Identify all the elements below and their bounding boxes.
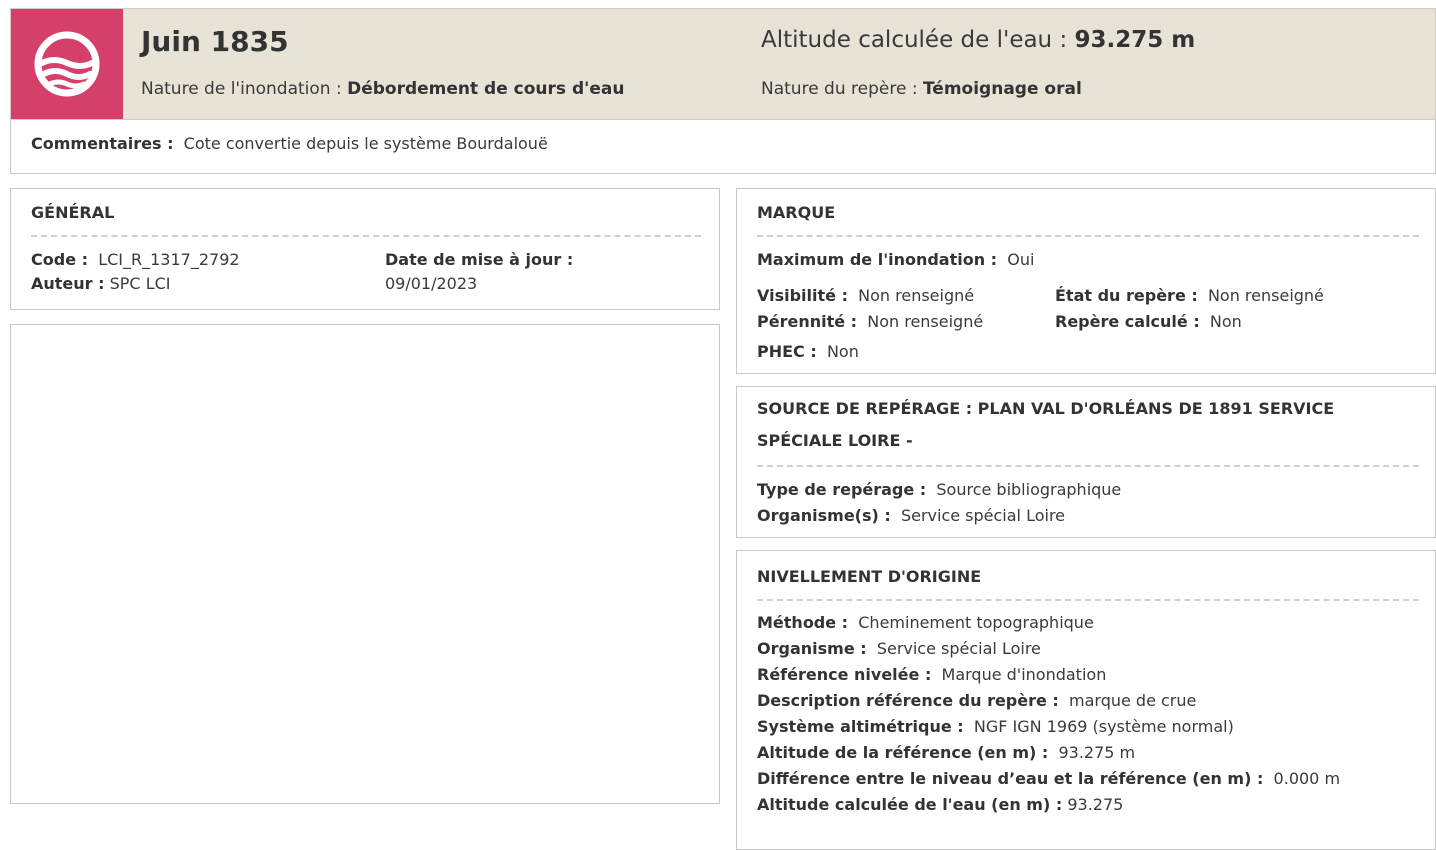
organisme-value: Service spécial Loire	[900, 506, 1066, 525]
type-value: Source bibliographique	[936, 480, 1122, 499]
general-title: GÉNÉRAL	[31, 203, 115, 222]
row-value: Service spécial Loire	[876, 639, 1041, 658]
phec-value: Non	[826, 342, 859, 361]
nivellement-row: Organisme : Service spécial Loire	[757, 638, 1041, 660]
nivellement-title: NIVELLEMENT D'ORIGINE	[757, 567, 982, 586]
logo	[11, 9, 123, 119]
water-waves-icon	[34, 31, 100, 97]
source-organisme: Organisme(s) : Service spécial Loire	[757, 505, 1065, 527]
water-altitude-value: 93.275 m	[1074, 27, 1196, 53]
divider	[757, 599, 1419, 601]
phec-label: PHEC :	[757, 342, 817, 361]
nivellement-row: Altitude calculée de l'eau (en m) : 93.2…	[757, 794, 1123, 816]
marque-calcule: Repère calculé : Non	[1055, 311, 1242, 333]
calcule-value: Non	[1209, 312, 1242, 331]
organisme-label: Organisme(s) :	[757, 506, 891, 525]
source-panel: SOURCE DE REPÉRAGE : PLAN VAL D'ORLÉANS …	[736, 386, 1436, 538]
marque-perennite: Pérennité : Non renseigné	[757, 311, 983, 333]
row-label: Différence entre le niveau d’eau et la r…	[757, 769, 1264, 788]
row-label: Description référence du repère :	[757, 691, 1059, 710]
flood-nature-value: Débordement de cours d'eau	[347, 79, 625, 99]
divider	[31, 235, 701, 237]
row-label: Référence nivelée :	[757, 665, 932, 684]
marker-nature-value: Témoignage oral	[922, 79, 1082, 99]
row-label: Organisme :	[757, 639, 867, 658]
comment-value: Cote convertie depuis le système Bourdal…	[183, 134, 548, 153]
comment-label: Commentaires :	[31, 134, 174, 153]
marque-maximum: Maximum de l'inondation : Oui	[757, 249, 1034, 271]
source-title-line1: SOURCE DE REPÉRAGE : PLAN VAL D'ORLÉANS …	[757, 399, 1335, 418]
general-code: Code : LCI_R_1317_2792	[31, 249, 240, 271]
comment-bar: Commentaires : Cote convertie depuis le …	[10, 120, 1436, 174]
row-value: Marque d'inondation	[941, 665, 1107, 684]
row-value: 0.000 m	[1273, 769, 1341, 788]
source-type: Type de repérage : Source bibliographiqu…	[757, 479, 1121, 501]
water-altitude: Altitude calculée de l'eau : 93.275 m	[761, 27, 1195, 53]
nivellement-row: Altitude de la référence (en m) : 93.275…	[757, 742, 1135, 764]
update-date-label: Date de mise à jour :	[385, 250, 574, 269]
calcule-label: Repère calculé :	[1055, 312, 1200, 331]
event-title: Juin 1835	[141, 25, 289, 58]
row-value: 93.275	[1067, 795, 1124, 814]
nivellement-row: Système altimétrique : NGF IGN 1969 (sys…	[757, 716, 1234, 738]
marker-nature: Nature du repère : Témoignage oral	[761, 79, 1082, 99]
row-value: NGF IGN 1969 (système normal)	[973, 717, 1234, 736]
header-banner: Juin 1835 Nature de l'inondation : Débor…	[10, 8, 1436, 120]
water-altitude-label: Altitude calculée de l'eau :	[761, 27, 1068, 53]
nivellement-row: Référence nivelée : Marque d'inondation	[757, 664, 1106, 686]
maximum-label: Maximum de l'inondation :	[757, 250, 998, 269]
visibilite-value: Non renseigné	[858, 286, 975, 305]
type-label: Type de repérage :	[757, 480, 927, 499]
nivellement-row: Description référence du repère : marque…	[757, 690, 1196, 712]
row-value: Cheminement topographique	[858, 613, 1094, 632]
row-value: 93.275 m	[1058, 743, 1136, 762]
etat-value: Non renseigné	[1207, 286, 1324, 305]
maximum-value: Oui	[1007, 250, 1035, 269]
update-date-value: 09/01/2023	[385, 274, 478, 293]
marque-title: MARQUE	[757, 203, 836, 222]
row-label: Système altimétrique :	[757, 717, 964, 736]
divider	[757, 235, 1419, 237]
code-value: LCI_R_1317_2792	[98, 250, 240, 269]
marker-nature-label: Nature du repère :	[761, 79, 918, 99]
row-label: Altitude calculée de l'eau (en m) :	[757, 795, 1063, 814]
flood-nature-label: Nature de l'inondation :	[141, 79, 342, 99]
divider	[757, 465, 1419, 467]
nivellement-row: Méthode : Cheminement topographique	[757, 612, 1094, 634]
perennite-label: Pérennité :	[757, 312, 858, 331]
row-value: marque de crue	[1069, 691, 1197, 710]
source-title-line2: SPÉCIALE LOIRE -	[757, 431, 913, 450]
nivellement-row: Différence entre le niveau d’eau et la r…	[757, 768, 1340, 790]
author-label: Auteur :	[31, 274, 105, 293]
author-value: SPC LCI	[109, 274, 171, 293]
marque-panel: MARQUE Maximum de l'inondation : Oui Vis…	[736, 188, 1436, 374]
general-author: Auteur : SPC LCI	[31, 273, 171, 295]
nivellement-panel: NIVELLEMENT D'ORIGINE Méthode : Cheminem…	[736, 550, 1436, 850]
flood-nature: Nature de l'inondation : Débordement de …	[141, 79, 624, 99]
code-label: Code :	[31, 250, 89, 269]
general-panel: GÉNÉRAL Code : LCI_R_1317_2792 Auteur : …	[10, 188, 720, 310]
visibilite-label: Visibilité :	[757, 286, 848, 305]
row-label: Altitude de la référence (en m) :	[757, 743, 1049, 762]
marque-visibilite: Visibilité : Non renseigné	[757, 285, 974, 307]
etat-label: État du repère :	[1055, 286, 1198, 305]
marque-etat: État du repère : Non renseigné	[1055, 285, 1324, 307]
map-panel	[10, 324, 720, 804]
marque-phec: PHEC : Non	[757, 341, 859, 363]
perennite-value: Non renseigné	[867, 312, 984, 331]
row-label: Méthode :	[757, 613, 849, 632]
